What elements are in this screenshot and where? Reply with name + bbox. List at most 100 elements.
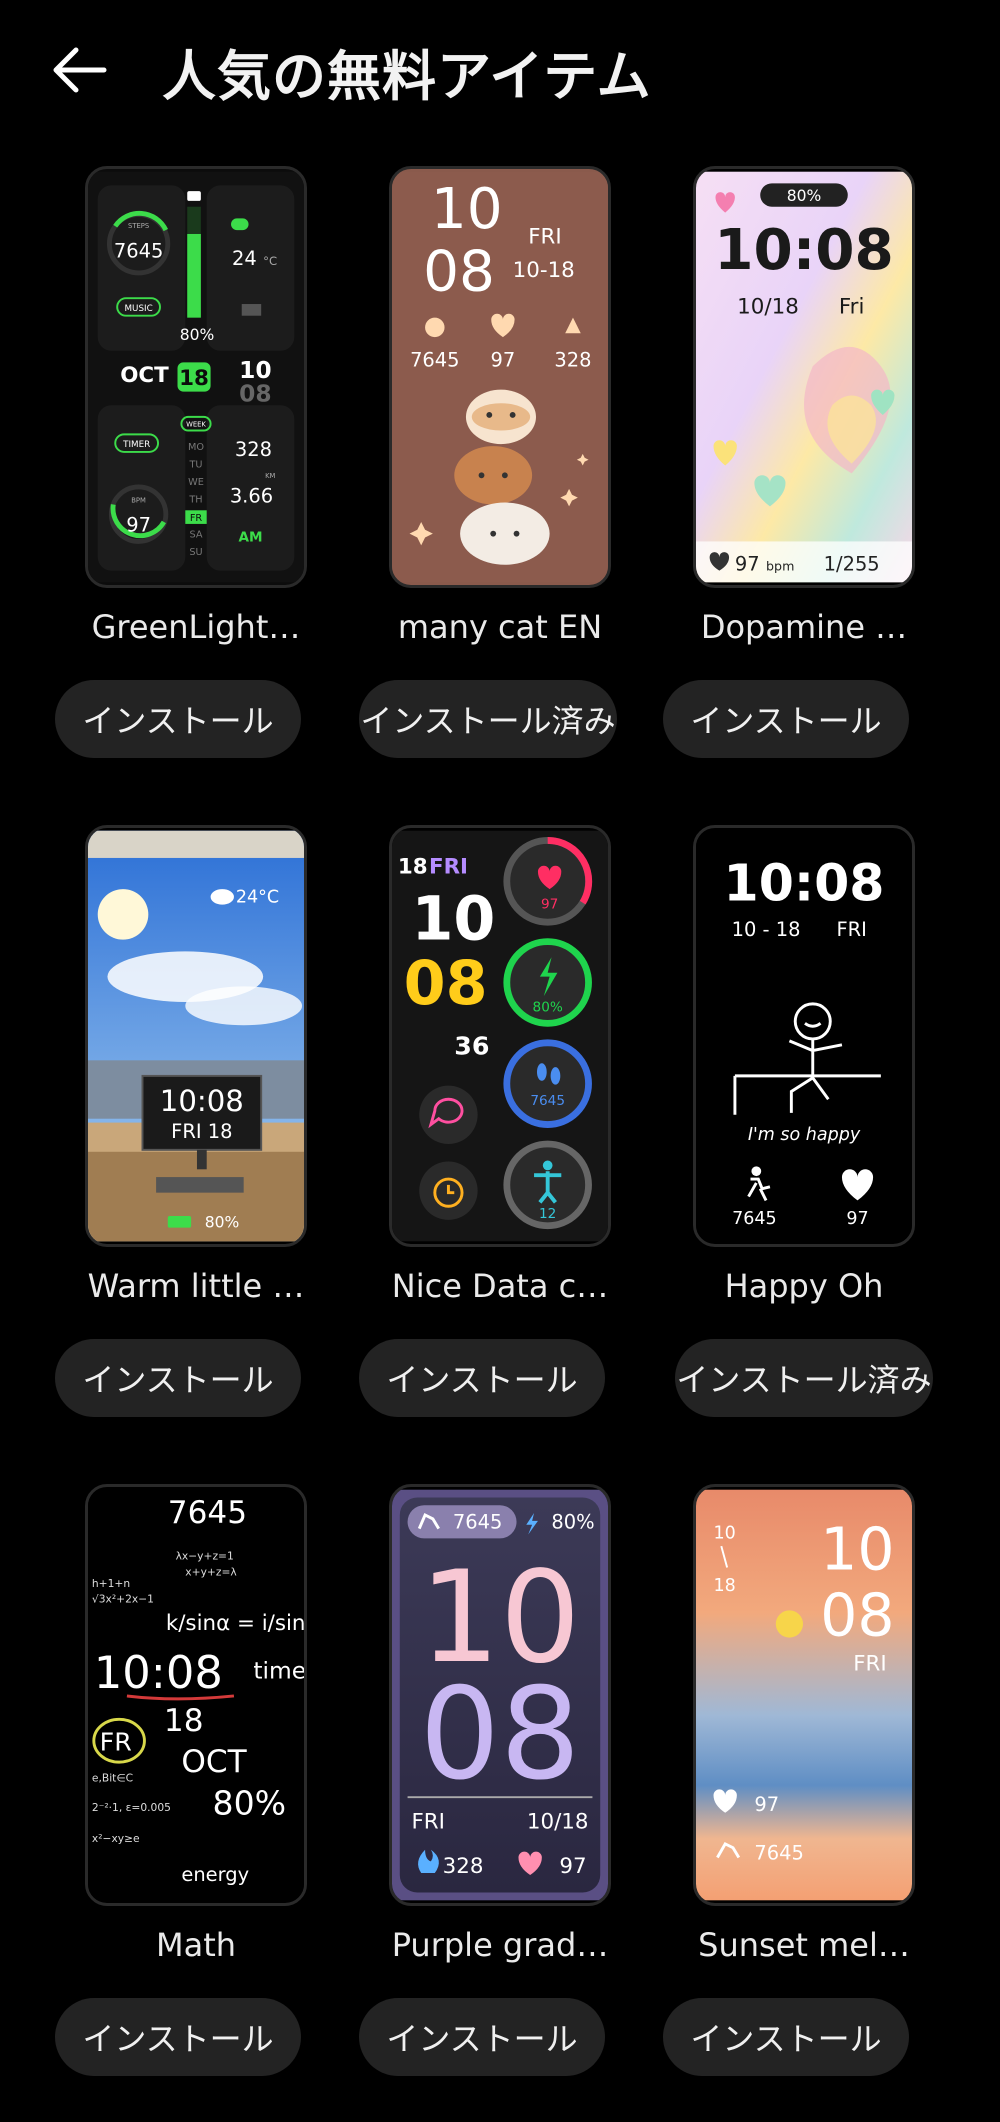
svg-text:√3x²+2x−1: √3x²+2x−1 <box>92 1593 154 1606</box>
back-button[interactable] <box>40 30 120 110</box>
install-button[interactable]: インストール <box>663 680 909 758</box>
watchface-card[interactable]: 80% 10:08 10/18 Fri 97 bpm 1/255 Dopamin… <box>663 166 967 806</box>
weekday-label: Fri <box>839 295 864 320</box>
weekday-su: SU <box>189 547 202 558</box>
svg-text:λx−y+z=1: λx−y+z=1 <box>176 1550 234 1563</box>
hour-value: 10 <box>411 885 495 955</box>
temp-value: 24 <box>232 247 257 270</box>
watchface-card[interactable]: 24°C 10:08 FRI 18 80% Warm little … インスト… <box>55 825 359 1465</box>
month-label: OCT <box>120 363 169 388</box>
item-name[interactable]: many cat EN <box>359 608 641 646</box>
warm-little-face: 24°C 10:08 FRI 18 80% <box>88 830 304 1242</box>
stand-icon <box>542 1160 553 1171</box>
watchface-card[interactable]: 18 FRI 10 08 36 97 80% 7645 12 Nice Data… <box>359 825 663 1465</box>
watchface-card[interactable]: 7645 80% 10 08 FRI 10/18 328 97 Purple g… <box>359 1484 663 2122</box>
item-name[interactable]: Happy Oh <box>663 1267 945 1305</box>
watchface-preview[interactable]: 10 08 FRI 10-18 7645 97 328 <box>389 166 611 588</box>
item-name[interactable]: Purple grad… <box>359 1926 641 1964</box>
watchface-preview[interactable]: STEPS 7645 MUSIC 80% 24 °C OCT 18 10 08 … <box>85 166 307 588</box>
watchface-preview[interactable]: 80% 10:08 10/18 Fri 97 bpm 1/255 <box>693 166 915 588</box>
item-name[interactable]: Dopamine … <box>663 608 945 646</box>
day-label: FRI 18 <box>171 1120 232 1143</box>
calories-value: 328 <box>443 1854 484 1879</box>
time-value: 10:08 <box>94 1646 223 1699</box>
many-cat-face: 10 08 FRI 10-18 7645 97 328 <box>392 171 608 583</box>
caption-text: I'm so happy <box>748 1125 861 1145</box>
day-value: 18 <box>398 855 428 880</box>
greenlight-face: STEPS 7645 MUSIC 80% 24 °C OCT 18 10 08 … <box>88 171 304 583</box>
watchface-card[interactable]: 10:08 10 - 18 FRI I'm so happy 7645 97 H… <box>663 825 967 1465</box>
minute-value: 08 <box>423 239 495 304</box>
date-label: 10-18 <box>513 258 575 283</box>
cloud-icon <box>210 889 234 905</box>
steps-value: 7645 <box>168 1495 247 1531</box>
heart-value: 97 <box>754 1793 779 1816</box>
heart-value: 97 <box>541 897 558 913</box>
svg-text:x+y+z=λ: x+y+z=λ <box>185 1565 236 1578</box>
minute-value: 08 <box>239 379 272 407</box>
install-button[interactable]: インストール <box>55 1339 301 1417</box>
svg-text:k/sinα = i/sinβ: k/sinα = i/sinβ <box>166 1611 304 1636</box>
distance-label: KM <box>265 472 275 480</box>
watchface-preview[interactable]: 7645 80% 10 08 FRI 10/18 328 97 <box>389 1484 611 1906</box>
svg-text:h+1+n: h+1+n <box>92 1577 130 1590</box>
watchface-card[interactable]: λx−y+z=1 x+y+z=λ h+1+n √3x²+2x−1 e,Bit∈C… <box>55 1484 359 2122</box>
battery-value: 80% <box>213 1784 287 1823</box>
item-name[interactable]: Warm little … <box>55 1267 337 1305</box>
calories-value: 328 <box>235 438 272 461</box>
day-value: 18 <box>179 366 209 391</box>
minute-value: 08 <box>404 949 488 1019</box>
installed-button[interactable]: インストール済み <box>675 1339 933 1417</box>
item-name[interactable]: GreenLight… <box>55 608 337 646</box>
top-bar: 人気の無料アイテム <box>0 0 1000 140</box>
watchface-card[interactable]: STEPS 7645 MUSIC 80% 24 °C OCT 18 10 08 … <box>55 166 359 806</box>
watchface-preview[interactable]: 24°C 10:08 FRI 18 80% <box>85 825 307 1247</box>
install-button[interactable]: インストール <box>55 680 301 758</box>
bpm-label: BPM <box>131 497 146 505</box>
arrow-left-icon <box>53 47 107 93</box>
weekday-label: FR <box>100 1727 132 1756</box>
month-label: OCT <box>181 1744 247 1780</box>
item-name[interactable]: Nice Data c… <box>359 1267 641 1305</box>
day-value: 18 <box>714 1576 736 1596</box>
weekday-label: FRI <box>411 1809 444 1834</box>
item-name[interactable]: Sunset mel… <box>663 1926 945 1964</box>
item-name[interactable]: Math <box>55 1926 337 1964</box>
steps-value: 7645 <box>114 239 163 262</box>
installed-button[interactable]: インストール済み <box>359 680 617 758</box>
steps-value: 7645 <box>732 1209 777 1229</box>
svg-text:2⁻²·1, ε=0.005: 2⁻²·1, ε=0.005 <box>92 1801 171 1814</box>
install-button[interactable]: インストール <box>359 1339 605 1417</box>
date-label: 10 - 18 <box>732 918 801 941</box>
watchface-card[interactable]: 10 08 FRI 10-18 7645 97 328 many cat EN … <box>359 166 663 806</box>
watchface-preview[interactable]: λx−y+z=1 x+y+z=λ h+1+n √3x²+2x−1 e,Bit∈C… <box>85 1484 307 1906</box>
install-button[interactable]: インストール <box>55 1998 301 2076</box>
purple-grad-face: 7645 80% 10 08 FRI 10/18 328 97 <box>392 1489 608 1901</box>
date-label: 10/18 <box>527 1809 589 1834</box>
weekday-label: FRI <box>836 918 866 941</box>
weekday-label: FRI <box>528 225 561 250</box>
battery-value: 80% <box>180 326 215 344</box>
page-indicator: 1/255 <box>824 553 880 576</box>
watchface-card[interactable]: 10 18 10 08 FRI 97 7645 Sunset mel… インスト… <box>663 1484 967 2122</box>
steps-value: 7645 <box>410 348 459 371</box>
svg-text:e,Bit∈C: e,Bit∈C <box>92 1772 133 1785</box>
steps-value: 7645 <box>453 1511 502 1534</box>
time-word: time <box>253 1656 304 1684</box>
install-button[interactable]: インストール <box>663 1998 909 2076</box>
steps-value: 7645 <box>530 1093 565 1109</box>
install-button[interactable]: インストール <box>359 1998 605 2076</box>
distance-value: 3.66 <box>230 485 273 508</box>
page-title: 人気の無料アイテム <box>162 45 652 108</box>
watchface-preview[interactable]: 18 FRI 10 08 36 97 80% 7645 12 <box>389 825 611 1247</box>
steps-label: STEPS <box>128 222 149 230</box>
temp-unit: °C <box>263 254 277 268</box>
energy-word: energy <box>181 1863 249 1886</box>
week-label: WEEK <box>186 421 206 429</box>
watchface-preview[interactable]: 10:08 10 - 18 FRI I'm so happy 7645 97 <box>693 825 915 1247</box>
battery-value: 80% <box>551 1511 594 1534</box>
footprint-icon <box>536 1063 547 1081</box>
watchface-preview[interactable]: 10 18 10 08 FRI 97 7645 <box>693 1484 915 1906</box>
paw-icon <box>425 317 445 338</box>
weekday-sa: SA <box>190 530 203 541</box>
